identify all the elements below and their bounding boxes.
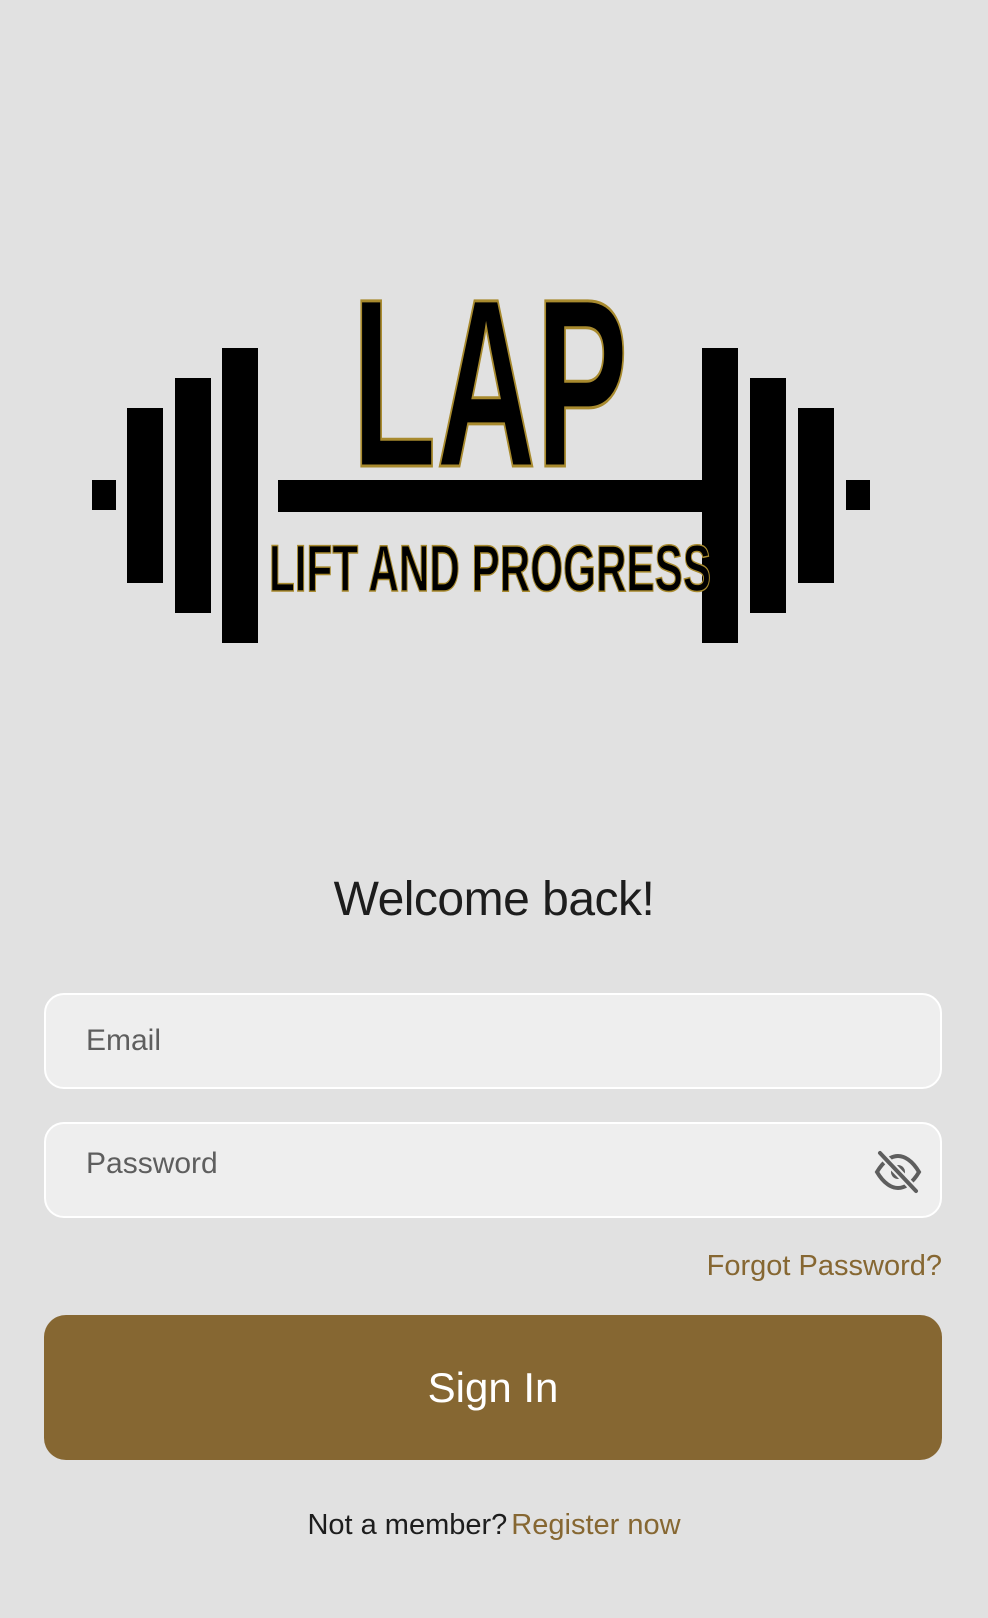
register-now-link[interactable]: Register now bbox=[511, 1509, 680, 1541]
sign-in-button[interactable]: Sign In bbox=[44, 1315, 942, 1460]
register-prompt: Not a member? Register now bbox=[0, 1509, 988, 1542]
logo-acronym: LAP bbox=[352, 280, 628, 517]
logo-tagline: LIFT AND PROGRESS bbox=[269, 531, 711, 605]
forgot-password-link[interactable]: Forgot Password? bbox=[707, 1250, 942, 1283]
email-field-container bbox=[44, 993, 942, 1089]
eye-off-icon[interactable] bbox=[874, 1150, 922, 1194]
barbell-logo-graphic: LAP LIFT AND PROGRESS bbox=[92, 248, 870, 643]
password-field-container bbox=[44, 1118, 942, 1218]
register-prompt-text: Not a member? bbox=[307, 1509, 508, 1541]
app-logo: LAP LIFT AND PROGRESS bbox=[92, 248, 892, 680]
password-input[interactable] bbox=[86, 1118, 886, 1210]
welcome-heading: Welcome back! bbox=[333, 873, 655, 926]
email-input[interactable] bbox=[86, 995, 886, 1087]
